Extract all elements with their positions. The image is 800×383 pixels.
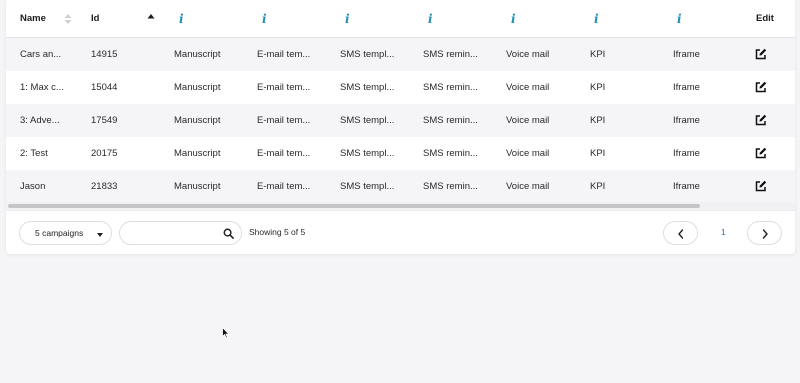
campaign-count-select[interactable]: 5 campaigns (19, 221, 112, 245)
column-header-name[interactable]: Name (20, 0, 46, 38)
edit-icon[interactable] (755, 48, 767, 60)
cell-email-template: E-mail tem... (257, 82, 311, 93)
edit-icon[interactable] (755, 147, 767, 159)
mouse-pointer-icon (222, 327, 230, 339)
edit-icon[interactable] (755, 180, 767, 192)
table-row[interactable]: 1: Max c... 15044 Manuscript E-mail tem... S… (6, 71, 795, 104)
cell-kpi: KPI (590, 181, 606, 192)
scrollbar-thumb[interactable] (8, 204, 700, 208)
info-icon[interactable]: i (677, 12, 682, 26)
info-icon[interactable]: i (428, 12, 433, 26)
chevron-right-icon (762, 229, 768, 239)
results-count: Showing 5 of 5 (249, 227, 306, 237)
cell-iframe: Iframe (673, 181, 700, 192)
column-header-id[interactable]: Id (91, 0, 99, 38)
cell-sms-reminder: SMS remin... (423, 115, 478, 126)
cell-email-template: E-mail tem... (257, 148, 311, 159)
cell-iframe: Iframe (673, 82, 700, 93)
footer-divider (6, 210, 795, 211)
cell-voice-mail: Voice mail (506, 181, 550, 192)
cell-manuscript: Manuscript (174, 82, 221, 93)
table-row[interactable]: 2: Test 20175 Manuscript E-mail tem... SMS t… (6, 137, 795, 170)
cell-sms-reminder: SMS remin... (423, 82, 478, 93)
sort-unsorted-icon[interactable] (64, 14, 72, 24)
cell-iframe: Iframe (673, 115, 700, 126)
info-icon[interactable]: i (345, 12, 350, 26)
cell-sms-reminder: SMS remin... (423, 148, 478, 159)
cell-name: 1: Max c... (20, 82, 64, 93)
cell-name: Cars an... (20, 49, 62, 60)
info-icon[interactable]: i (511, 12, 516, 26)
table-row[interactable]: Jason 21833 Manuscript E-mail tem... SMS tem… (6, 170, 795, 203)
cell-email-template: E-mail tem... (257, 49, 311, 60)
cell-sms-template: SMS templ... (340, 82, 395, 93)
info-icon[interactable]: i (594, 12, 599, 26)
search-input[interactable] (128, 225, 220, 241)
cell-name: 2: Test (20, 148, 48, 159)
sort-ascending-icon[interactable] (147, 13, 155, 23)
cell-iframe: Iframe (673, 49, 700, 60)
cell-manuscript: Manuscript (174, 148, 221, 159)
cell-manuscript: Manuscript (174, 49, 221, 60)
chevron-left-icon (678, 229, 684, 239)
cell-iframe: Iframe (673, 148, 700, 159)
search-icon[interactable] (223, 228, 234, 239)
cell-kpi: KPI (590, 82, 606, 93)
cell-sms-template: SMS templ... (340, 49, 395, 60)
previous-page-button[interactable] (663, 221, 698, 245)
cell-name: Jason (20, 181, 46, 192)
edit-icon[interactable] (755, 114, 767, 126)
caret-down-icon (97, 233, 103, 237)
cell-name: 3: Adve... (20, 115, 60, 126)
info-icon[interactable]: i (262, 12, 267, 26)
cell-id: 17549 (91, 115, 118, 126)
cell-sms-reminder: SMS remin... (423, 181, 478, 192)
page-number-current[interactable]: 1 (721, 227, 726, 237)
cell-manuscript: Manuscript (174, 181, 221, 192)
edit-icon[interactable] (755, 81, 767, 93)
search-field[interactable] (119, 221, 242, 245)
cell-email-template: E-mail tem... (257, 115, 311, 126)
cell-sms-template: SMS templ... (340, 181, 395, 192)
cell-id: 20175 (91, 148, 118, 159)
cell-email-template: E-mail tem... (257, 181, 311, 192)
cell-sms-template: SMS templ... (340, 148, 395, 159)
cell-sms-reminder: SMS remin... (423, 49, 478, 60)
column-header-edit: Edit (756, 13, 774, 24)
next-page-button[interactable] (747, 221, 782, 245)
table-row[interactable]: 3: Adve... 17549 Manuscript E-mail tem... SM… (6, 104, 795, 137)
cell-sms-template: SMS templ... (340, 115, 395, 126)
table-header: Name Id i i i i i i i Edit (6, 0, 795, 38)
cell-voice-mail: Voice mail (506, 49, 550, 60)
horizontal-scrollbar[interactable] (6, 202, 795, 210)
campaign-table-card: Name Id i i i i i i i Edit Cars an... 149… (6, 0, 795, 254)
cell-voice-mail: Voice mail (506, 148, 550, 159)
cell-voice-mail: Voice mail (506, 82, 550, 93)
cell-kpi: KPI (590, 49, 606, 60)
cell-kpi: KPI (590, 115, 606, 126)
cell-manuscript: Manuscript (174, 115, 221, 126)
cell-voice-mail: Voice mail (506, 115, 550, 126)
cell-id: 14915 (91, 49, 118, 60)
table-row[interactable]: Cars an... 14915 Manuscript E-mail tem... SM… (6, 38, 795, 71)
campaign-count-label: 5 campaigns (35, 228, 84, 238)
cell-kpi: KPI (590, 148, 606, 159)
cell-id: 21833 (91, 181, 118, 192)
cell-id: 15044 (91, 82, 118, 93)
info-icon[interactable]: i (179, 12, 184, 26)
